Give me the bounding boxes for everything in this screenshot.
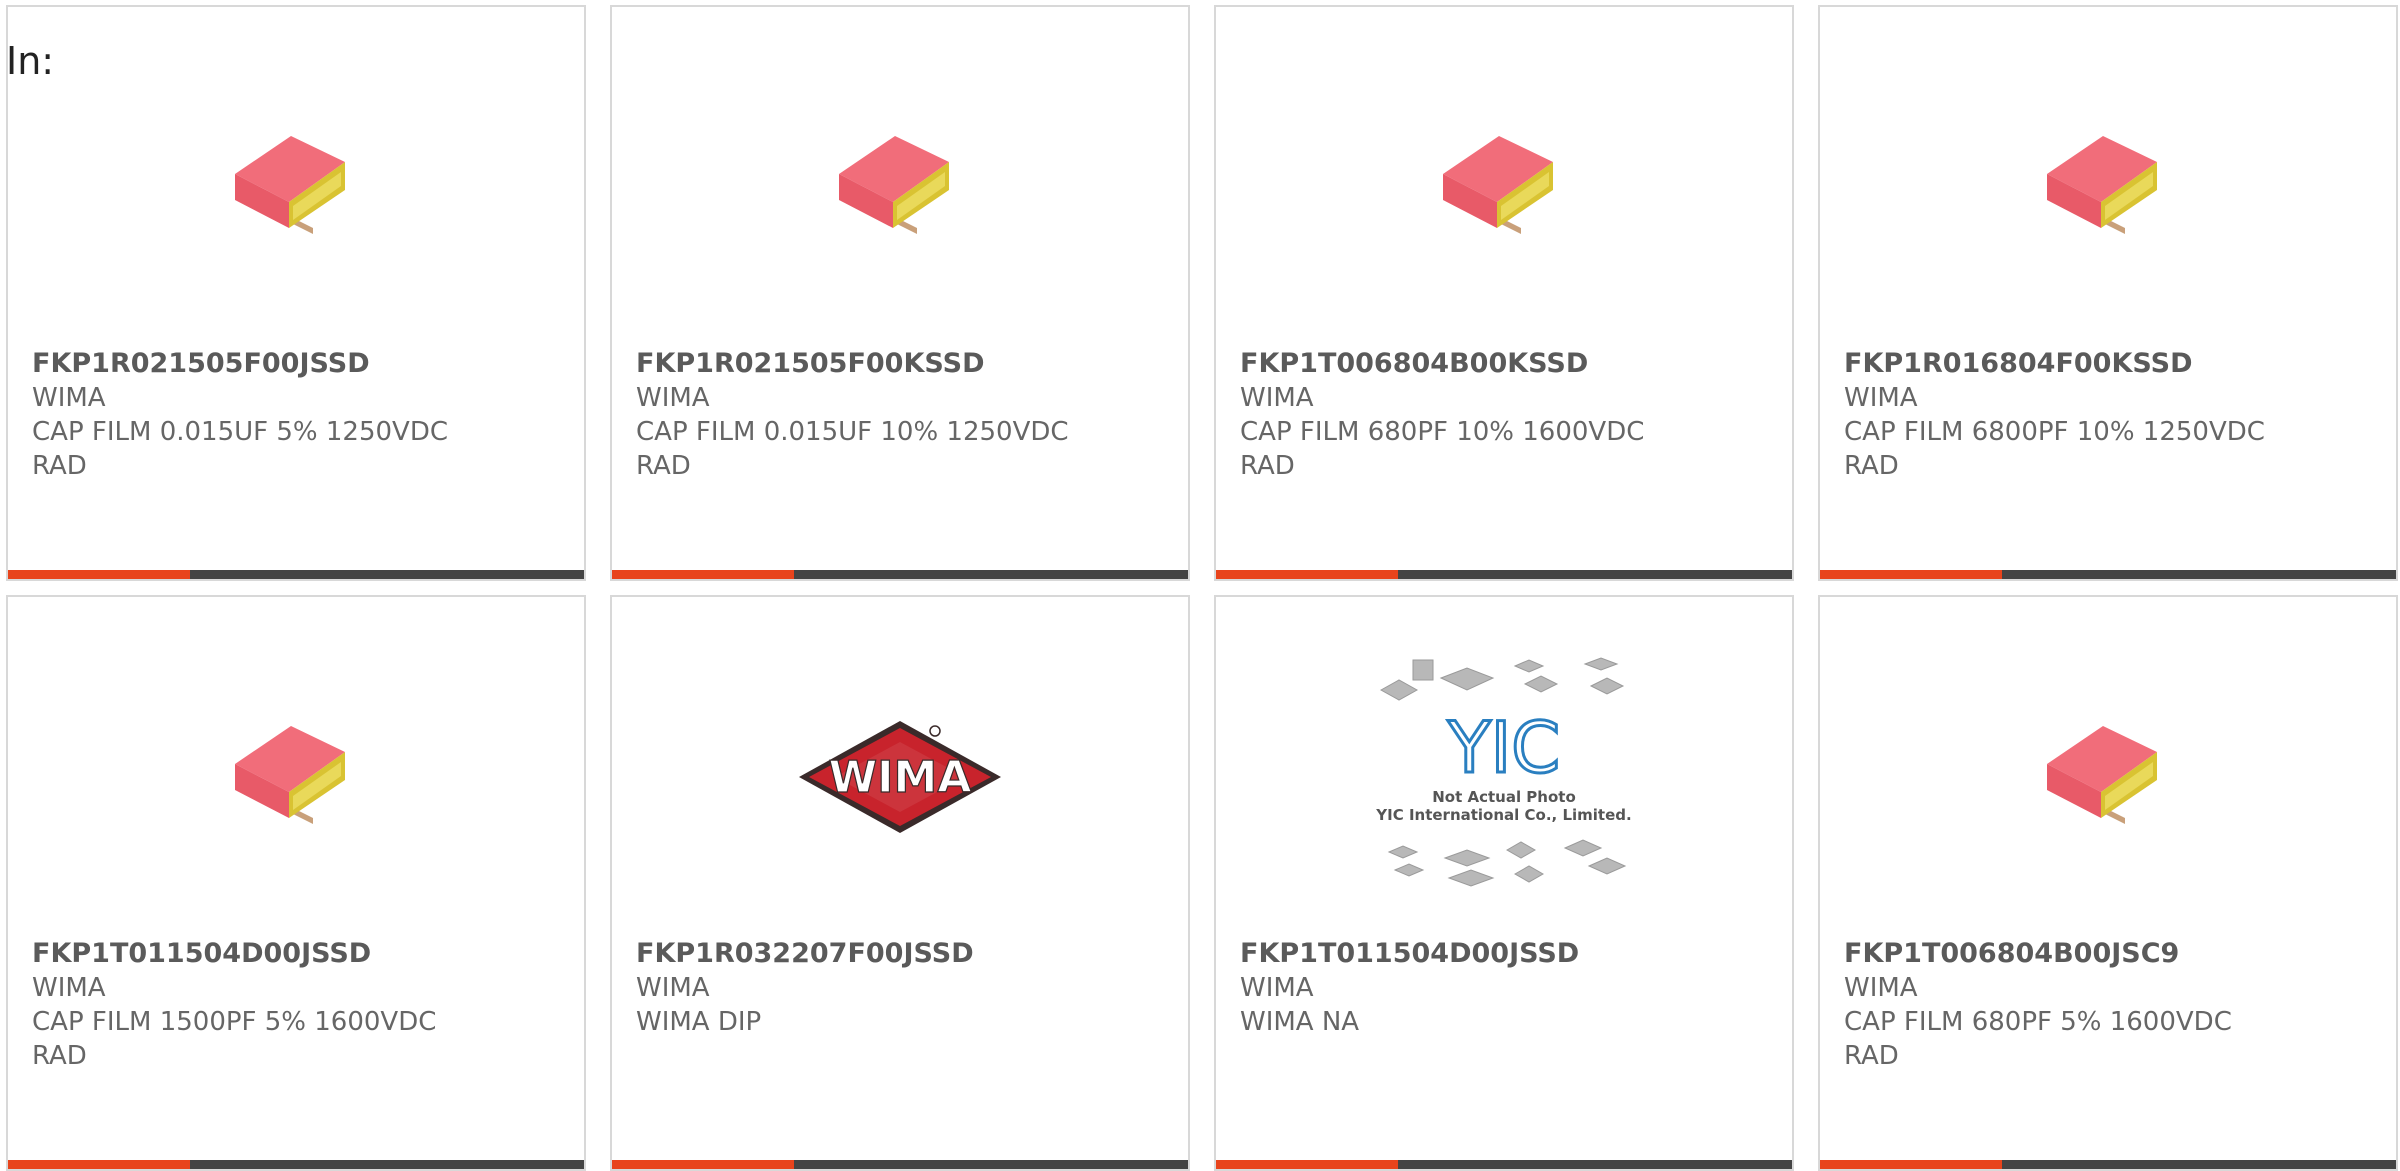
- brand-name: WIMA: [1240, 973, 1314, 1003]
- product-card[interactable]: FKP1R021505F00KSSD WIMA CAP FILM 0.015UF…: [610, 5, 1190, 581]
- filter-in-label: In:: [6, 39, 55, 83]
- product-grid: FKP1R021505F00JSSD WIMA CAP FILM 0.015UF…: [6, 5, 2400, 1171]
- product-image[interactable]: [1216, 62, 1792, 312]
- yic-logo-text: YIC: [1447, 707, 1560, 789]
- brand-name: WIMA: [1240, 383, 1314, 413]
- brand-name: WIMA: [1844, 973, 1918, 1003]
- not-actual-photo-text: Not Actual Photo: [1432, 788, 1576, 806]
- product-description: WIMA NA: [1240, 1007, 1360, 1037]
- product-description-cont: RAD: [636, 451, 691, 481]
- product-description: WIMA DIP: [636, 1007, 762, 1037]
- product-description: CAP FILM 0.015UF 5% 1250VDC: [32, 417, 449, 447]
- part-number-link[interactable]: FKP1T006804B00KSSD: [1240, 347, 1772, 381]
- product-description: CAP FILM 680PF 10% 1600VDC: [1240, 417, 1645, 447]
- product-card[interactable]: FKP1R021505F00JSSD WIMA CAP FILM 0.015UF…: [6, 5, 586, 581]
- product-image[interactable]: [8, 652, 584, 902]
- brand-name: WIMA: [32, 973, 106, 1003]
- brand-name: WIMA: [1844, 383, 1918, 413]
- film-capacitor-icon: [2047, 136, 2157, 234]
- brand-name: WIMA: [636, 973, 710, 1003]
- product-card[interactable]: FKP1T006804B00JSC9 WIMA CAP FILM 680PF 5…: [1818, 595, 2398, 1171]
- yic-company-text: YIC International Co., Limited.: [1375, 806, 1631, 824]
- part-number-link[interactable]: FKP1T011504D00JSSD: [32, 937, 564, 971]
- film-capacitor-icon: [235, 136, 345, 234]
- brand-name: WIMA: [32, 383, 106, 413]
- product-card[interactable]: YIC Not Actual Photo YIC International C…: [1214, 595, 1794, 1171]
- card-bottom-bar: [1216, 1160, 1792, 1169]
- part-number-link[interactable]: FKP1R032207F00JSSD: [636, 937, 1168, 971]
- product-image[interactable]: WIMA: [612, 652, 1188, 902]
- product-description-cont: RAD: [1240, 451, 1295, 481]
- product-image[interactable]: [612, 62, 1188, 312]
- product-description-cont: RAD: [32, 451, 87, 481]
- part-number-link[interactable]: FKP1T006804B00JSC9: [1844, 937, 2376, 971]
- film-capacitor-icon: [2047, 726, 2157, 824]
- card-bottom-bar: [8, 1160, 584, 1169]
- wima-logo-text: WIMA: [829, 752, 972, 803]
- product-card[interactable]: FKP1T006804B00KSSD WIMA CAP FILM 680PF 1…: [1214, 5, 1794, 581]
- product-image[interactable]: [1820, 62, 2396, 312]
- product-card[interactable]: FKP1T011504D00JSSD WIMA CAP FILM 1500PF …: [6, 595, 586, 1171]
- product-description-cont: RAD: [1844, 451, 1899, 481]
- product-description-cont: RAD: [32, 1041, 87, 1071]
- part-number-link[interactable]: FKP1R021505F00KSSD: [636, 347, 1168, 381]
- product-image[interactable]: YIC Not Actual Photo YIC International C…: [1216, 652, 1792, 902]
- product-description: CAP FILM 1500PF 5% 1600VDC: [32, 1007, 437, 1037]
- film-capacitor-icon: [235, 726, 345, 824]
- wima-logo-icon: WIMA: [799, 721, 1001, 833]
- card-bottom-bar: [1820, 570, 2396, 579]
- card-bottom-bar: [1216, 570, 1792, 579]
- product-image[interactable]: [8, 62, 584, 312]
- part-number-link[interactable]: FKP1R021505F00JSSD: [32, 347, 564, 381]
- product-description: CAP FILM 680PF 5% 1600VDC: [1844, 1007, 2232, 1037]
- product-card[interactable]: FKP1R016804F00KSSD WIMA CAP FILM 6800PF …: [1818, 5, 2398, 581]
- brand-name: WIMA: [636, 383, 710, 413]
- product-description: CAP FILM 0.015UF 10% 1250VDC: [636, 417, 1069, 447]
- product-image[interactable]: [1820, 652, 2396, 902]
- product-description: CAP FILM 6800PF 10% 1250VDC: [1844, 417, 2265, 447]
- yic-placeholder-icon: YIC Not Actual Photo YIC International C…: [1375, 657, 1632, 887]
- film-capacitor-icon: [1443, 136, 1553, 234]
- film-capacitor-icon: [839, 136, 949, 234]
- card-bottom-bar: [612, 1160, 1188, 1169]
- part-number-link[interactable]: FKP1T011504D00JSSD: [1240, 937, 1772, 971]
- card-bottom-bar: [1820, 1160, 2396, 1169]
- product-card[interactable]: WIMA FKP1R032207F00JSSD WIMA WIMA DIP: [610, 595, 1190, 1171]
- card-bottom-bar: [8, 570, 584, 579]
- part-number-link[interactable]: FKP1R016804F00KSSD: [1844, 347, 2376, 381]
- card-bottom-bar: [612, 570, 1188, 579]
- product-description-cont: RAD: [1844, 1041, 1899, 1071]
